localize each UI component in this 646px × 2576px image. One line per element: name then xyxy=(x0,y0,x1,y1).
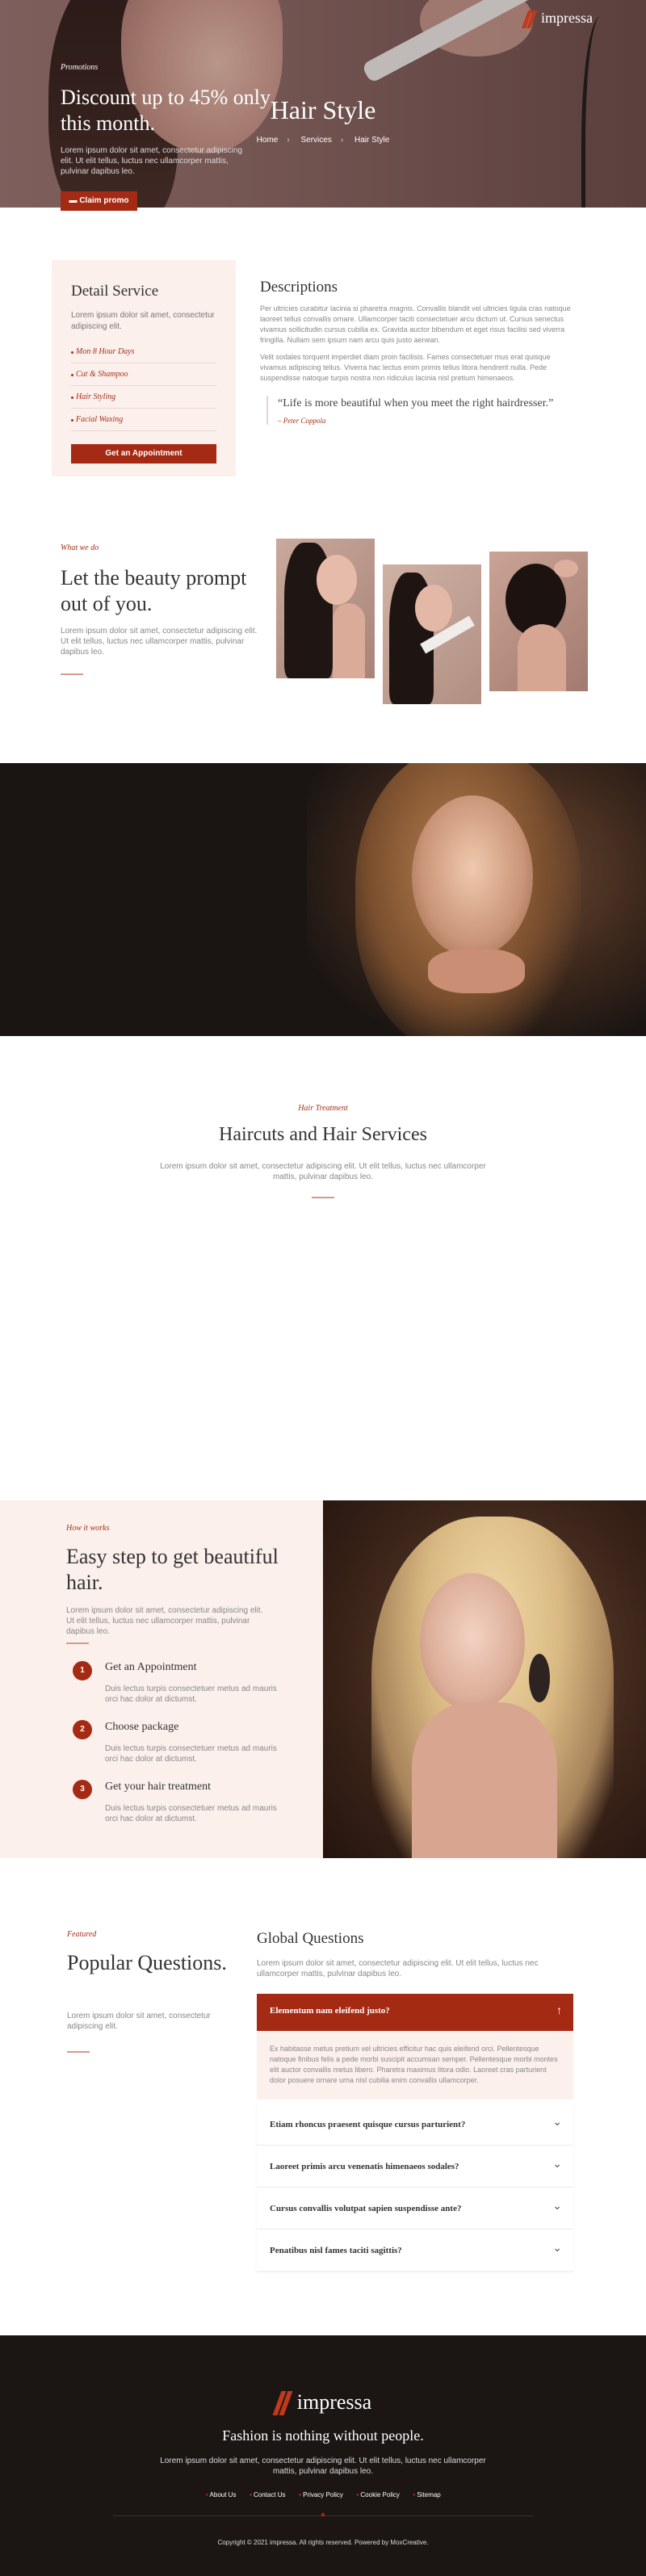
divider xyxy=(66,1643,89,1644)
claim-promo-label: Claim promo xyxy=(79,196,129,205)
section-eyebrow: How it works xyxy=(66,1524,110,1533)
testimonial-quote: “Life is more beautiful when you meet th… xyxy=(266,396,573,425)
step-title: Get your hair treatment xyxy=(105,1781,212,1793)
faq-question: Laoreet primis arcu venenatis himenaeos … xyxy=(270,2162,459,2171)
breadcrumb: Home › Services › Hair Style xyxy=(256,136,390,145)
footer-text: Lorem ipsum dolor sit amet, consectetur … xyxy=(160,2456,486,2476)
faq-question: Elementum nam eleifend justo? xyxy=(270,2006,390,2016)
section-title: Haircuts and Hair Services xyxy=(219,1124,427,1145)
footer-link-cookie[interactable]: Cookie Policy xyxy=(356,2491,400,2498)
step-text: Duis lectus turpis consectetuer metus ad… xyxy=(105,1744,277,1764)
service-item[interactable]: Mon 8 Hour Days xyxy=(71,341,216,363)
breadcrumb-current: Hair Style xyxy=(354,136,390,145)
chevron-down-icon: ⌄ xyxy=(552,2115,562,2128)
section-text: Lorem ipsum dolor sit amet, consectetur … xyxy=(66,1606,263,1636)
steps-image xyxy=(323,1500,646,1858)
breadcrumb-home[interactable]: Home xyxy=(257,136,279,145)
faq-item[interactable]: Laoreet primis arcu venenatis himenaeos … xyxy=(257,2146,573,2188)
footer-divider-ornament: ◆ xyxy=(321,2512,325,2518)
step-text: Duis lectus turpis consectetuer metus ad… xyxy=(105,1684,277,1704)
footer-link-sitemap[interactable]: Sitemap xyxy=(413,2491,441,2498)
get-appointment-button[interactable]: Get an Appointment xyxy=(71,444,216,464)
step-number: 1 xyxy=(73,1661,92,1680)
section-title: Easy step to get beautiful hair. xyxy=(66,1545,279,1594)
section-eyebrow: What we do xyxy=(61,543,99,552)
quote-text: “Life is more beautiful when you meet th… xyxy=(278,397,554,409)
descriptions-paragraph: Per ultricies curabitur lacinia si phare… xyxy=(260,304,571,344)
faq-item[interactable]: Cursus convallis volutpat sapien suspend… xyxy=(257,2188,573,2230)
global-questions-text: Lorem ipsum dolor sit amet, consectetur … xyxy=(257,1959,539,1978)
step-title: Get an Appointment xyxy=(105,1661,197,1673)
service-item[interactable]: Facial Waxing xyxy=(71,409,216,431)
footer-logo[interactable]: impressa xyxy=(0,2390,646,2415)
promo-title: Discount up to 45% only this month. xyxy=(61,86,271,135)
section-title: Popular Questions. xyxy=(67,1951,227,1974)
gallery-photo-2 xyxy=(383,564,481,704)
step-number: 3 xyxy=(73,1780,92,1799)
faq-item[interactable]: Penatibus nisl fames taciti sagittis? ⌄ xyxy=(257,2230,573,2272)
global-questions-title: Global Questions xyxy=(257,1930,364,1947)
promo-image xyxy=(307,763,646,1036)
site-logo[interactable]: impressa xyxy=(521,10,593,28)
faq-question: Cursus convallis volutpat sapien suspend… xyxy=(270,2204,462,2213)
faq-answer: Ex habitasse metus pretium vel ultricies… xyxy=(257,2031,573,2100)
section-title: Let the beauty prompt out of you. xyxy=(61,566,247,615)
footer-link-privacy[interactable]: Privacy Policy xyxy=(299,2491,343,2498)
logo-text: impressa xyxy=(296,2390,372,2414)
section-eyebrow: Featured xyxy=(67,1930,97,1939)
faq-question: Etiam rhoncus praesent quisque cursus pa… xyxy=(270,2120,466,2129)
section-eyebrow: Hair Treatment xyxy=(298,1104,348,1113)
faq-item-open[interactable]: Elementum nam eleifend justo? ↑ xyxy=(257,1994,573,2031)
gallery-photo-3 xyxy=(489,552,588,691)
footer-link-contact[interactable]: Contact Us xyxy=(250,2491,286,2498)
step-text: Duis lectus turpis consectetuer metus ad… xyxy=(105,1804,277,1823)
promo-eyebrow: Promotions xyxy=(61,63,99,72)
claim-promo-button[interactable]: ▬ Claim promo xyxy=(61,191,137,211)
footer-tagline: Fashion is nothing without people. xyxy=(222,2427,424,2444)
arrow-up-icon: ↑ xyxy=(556,2003,562,2016)
footer-link-about[interactable]: About Us xyxy=(205,2491,236,2498)
ticket-icon: ▬ xyxy=(69,196,80,205)
gallery-photo-1 xyxy=(276,539,375,678)
divider xyxy=(67,2051,90,2053)
descriptions-title: Descriptions xyxy=(260,279,338,296)
promo-banner xyxy=(0,763,646,1036)
promo-text: Lorem ipsum dolor sit amet, consectetur … xyxy=(61,146,243,176)
section-text: Lorem ipsum dolor sit amet, consectetur … xyxy=(61,627,258,657)
section-text: Lorem ipsum dolor sit amet, consectetur … xyxy=(67,2012,211,2031)
faq-question: Penatibus nisl fames taciti sagittis? xyxy=(270,2246,402,2255)
detail-service-card: Detail Service Lorem ipsum dolor sit ame… xyxy=(52,260,236,476)
detail-service-title: Detail Service xyxy=(71,283,159,300)
divider xyxy=(312,1197,334,1198)
step-title: Choose package xyxy=(105,1721,179,1733)
service-list: Mon 8 Hour Days Cut & Shampoo Hair Styli… xyxy=(71,341,216,431)
faq-item[interactable]: Etiam rhoncus praesent quisque cursus pa… xyxy=(257,2104,573,2146)
service-item[interactable]: Hair Styling xyxy=(71,386,216,409)
descriptions-paragraph: Velit sodales torquent imperdiet diam pr… xyxy=(260,353,551,382)
footer-links: About Us Contact Us Privacy Policy Cooki… xyxy=(0,2491,646,2498)
breadcrumb-services[interactable]: Services xyxy=(300,136,331,145)
chevron-down-icon: ⌄ xyxy=(552,2157,562,2170)
logo-mark-icon xyxy=(272,2391,293,2415)
chevron-down-icon: ⌄ xyxy=(552,2199,562,2212)
step-number: 2 xyxy=(73,1720,92,1739)
service-item[interactable]: Cut & Shampoo xyxy=(71,363,216,386)
logo-text: impressa xyxy=(541,10,593,26)
section-text: Lorem ipsum dolor sit amet, consectetur … xyxy=(160,1162,486,1181)
logo-mark-icon xyxy=(521,10,538,28)
detail-service-description: Lorem ipsum dolor sit amet, consectetur … xyxy=(71,311,215,331)
quote-author: – Peter Coppola xyxy=(278,417,326,425)
copyright: Copyright © 2021 impressa. All rights re… xyxy=(217,2539,429,2546)
divider xyxy=(61,673,83,675)
chevron-down-icon: ⌄ xyxy=(552,2241,562,2254)
